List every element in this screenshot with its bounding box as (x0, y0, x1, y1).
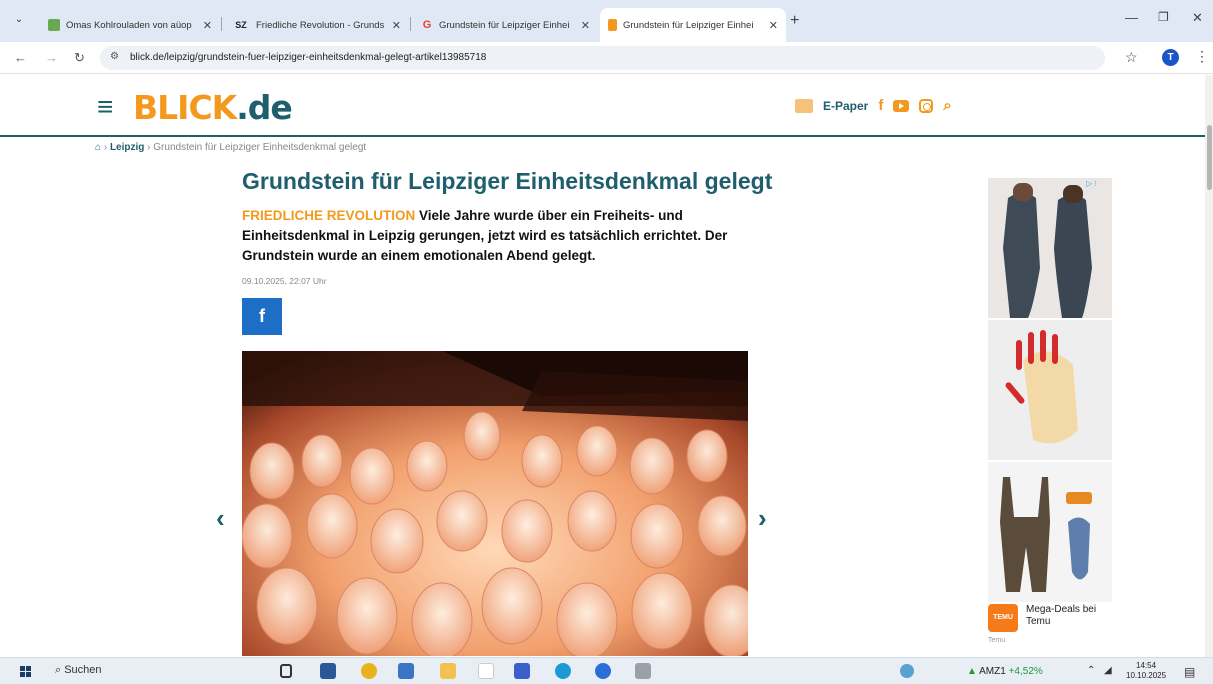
mail-icon[interactable] (398, 663, 414, 679)
clock-date: 10.10.2025 (1126, 671, 1167, 680)
tab-title: Grundstein für Leipziger Einhei (623, 19, 754, 31)
stock-change: +4,52% (1008, 666, 1043, 677)
browser-toolbar: ← → ↻ ⚙ blick.de/leipzig/grundstein-fuer… (0, 42, 1213, 74)
candles-photo (242, 351, 748, 656)
ad-choices-icon[interactable]: ▷ ⁝ (1086, 179, 1097, 188)
home-icon[interactable]: ⌂ (95, 142, 101, 153)
sz-logo-icon: SZ (235, 20, 247, 30)
facebook-icon[interactable]: f (878, 97, 883, 114)
stock-ticker[interactable]: ▲ AMZ1 +4,52% (967, 666, 1043, 677)
scrollbar-thumb[interactable] (1207, 125, 1212, 190)
weather-widget-icon[interactable] (900, 664, 914, 678)
ad-source: Temu (988, 637, 1006, 644)
breadcrumb-leipzig[interactable]: Leipzig (110, 142, 144, 153)
taskbar-search-label: Suchen (64, 664, 102, 676)
stock-up-icon: ▲ (967, 666, 977, 677)
breadcrumb-current: Grundstein für Leipziger Einheitsdenkmal… (153, 142, 367, 153)
logo-main: BLICK (133, 88, 237, 127)
logo-tld: .de (236, 88, 293, 127)
newspaper-icon[interactable] (795, 98, 813, 113)
search-icon[interactable]: ⌕ (943, 97, 951, 114)
youtube-icon[interactable] (893, 99, 910, 112)
store-icon[interactable] (320, 663, 336, 679)
restore-icon[interactable]: ❐ (1158, 10, 1169, 24)
edge-icon[interactable] (555, 663, 571, 679)
gallery-next-icon[interactable]: › (758, 503, 767, 534)
article-lead: FRIEDLICHE REVOLUTION Viele Jahre wurde … (242, 206, 792, 266)
settings-app-icon[interactable] (635, 663, 651, 679)
file-explorer-icon[interactable] (440, 663, 456, 679)
app-icon[interactable] (478, 663, 494, 679)
article-headline: Grundstein für Leipziger Einheitsdenkmal… (242, 168, 773, 194)
tab-strip: ⌄ Omas Kohlrouladen von aüop ✕ SZ Friedl… (0, 0, 1213, 42)
gallery-prev-icon[interactable]: ‹ (216, 503, 225, 534)
windows-taskbar: ⌕ Suchen ▲ AMZ1 +4,52% ⌃ ◢ 14:54 10.10.2… (0, 657, 1213, 684)
ad-image-cycling-shorts[interactable] (988, 462, 1112, 602)
tab-3[interactable]: G Grundstein für Leipziger Einhei ✕ (413, 10, 598, 40)
tab-search-menu-button[interactable]: ⌄ (8, 9, 30, 31)
article-kicker: FRIEDLICHE REVOLUTION (242, 208, 416, 223)
back-icon[interactable]: ← (14, 50, 27, 65)
browser-menu-icon[interactable]: ⋮ (1195, 48, 1209, 65)
taskbar-clock[interactable]: 14:54 10.10.2025 (1126, 661, 1166, 681)
tab-separator (221, 17, 222, 31)
bookmark-star-icon[interactable]: ☆ (1125, 49, 1138, 66)
tab-title: Grundstein für Leipziger Einhei (439, 19, 570, 31)
header-icons: E-Paper f ⌕ (795, 97, 952, 114)
clock-time: 14:54 (1136, 661, 1157, 670)
windows-start-icon[interactable] (20, 666, 31, 677)
blick-favicon-icon (608, 19, 617, 31)
nails-image (988, 320, 1112, 460)
tab-separator (410, 17, 411, 31)
tab-4-active[interactable]: Grundstein für Leipziger Einhei ✕ (600, 8, 786, 42)
firefox-icon[interactable] (595, 663, 611, 679)
network-icon[interactable]: ◢ (1104, 665, 1112, 676)
article-photo[interactable] (242, 351, 748, 656)
url-text[interactable]: blick.de/leipzig/grundstein-fuer-leipzig… (130, 52, 486, 63)
tab-title: Friedliche Revolution - Grunds (256, 19, 385, 31)
facebook-share-button[interactable]: f (242, 298, 282, 335)
article-date: 09.10.2025, 22:07 Uhr (242, 276, 327, 286)
forward-icon[interactable]: → (45, 50, 58, 65)
tab-close-icon[interactable]: ✕ (581, 19, 590, 32)
close-window-icon[interactable]: ✕ (1192, 10, 1203, 26)
cycling-shorts-image (988, 462, 1112, 602)
minimize-icon[interactable]: — (1125, 10, 1138, 25)
tab-2[interactable]: SZ Friedliche Revolution - Grunds ✕ (224, 10, 409, 40)
ad-column[interactable] (988, 178, 1112, 652)
chrome-icon[interactable] (361, 663, 377, 679)
ad-image-dresses[interactable] (988, 178, 1112, 318)
temu-logo-icon[interactable]: TEMU (988, 604, 1018, 632)
tab-title: Omas Kohlrouladen von aüop (66, 19, 192, 31)
google-icon: G (422, 19, 432, 31)
epaper-link[interactable]: E-Paper (823, 99, 868, 113)
jar-icon (48, 19, 60, 31)
site-info-icon[interactable]: ⚙ (110, 51, 119, 62)
menu-hamburger-icon[interactable]: ≡ (97, 93, 113, 121)
instagram-icon[interactable] (919, 98, 934, 113)
new-tab-button[interactable]: + (790, 12, 799, 30)
tray-chevron-icon[interactable]: ⌃ (1087, 665, 1095, 676)
ad-image-nails[interactable] (988, 320, 1112, 460)
breadcrumb: ⌂ › Leipzig › Grundstein für Leipziger E… (95, 142, 367, 153)
tab-close-icon[interactable]: ✕ (392, 19, 401, 32)
profile-avatar[interactable]: T (1162, 49, 1179, 66)
site-logo[interactable]: BLICK.de (133, 88, 293, 127)
calendar-app-icon[interactable] (514, 663, 530, 679)
dresses-image (988, 178, 1112, 318)
tab-close-icon[interactable]: ✕ (769, 19, 778, 32)
address-bar[interactable]: ⚙ blick.de/leipzig/grundstein-fuer-leipz… (100, 46, 1105, 70)
notifications-icon[interactable]: ▤ (1184, 665, 1195, 679)
stock-name: AMZ1 (979, 666, 1006, 677)
site-header: ≡ BLICK.de E-Paper f ⌕ (0, 75, 1205, 137)
reload-icon[interactable]: ↻ (74, 50, 85, 66)
tab-close-icon[interactable]: ✕ (203, 19, 212, 32)
taskbar-search[interactable]: ⌕ Suchen (55, 664, 102, 677)
ad-title[interactable]: Mega-Deals bei Temu (1026, 604, 1116, 628)
tab-1[interactable]: Omas Kohlrouladen von aüop ✕ (40, 10, 220, 40)
task-view-icon[interactable] (280, 664, 292, 678)
